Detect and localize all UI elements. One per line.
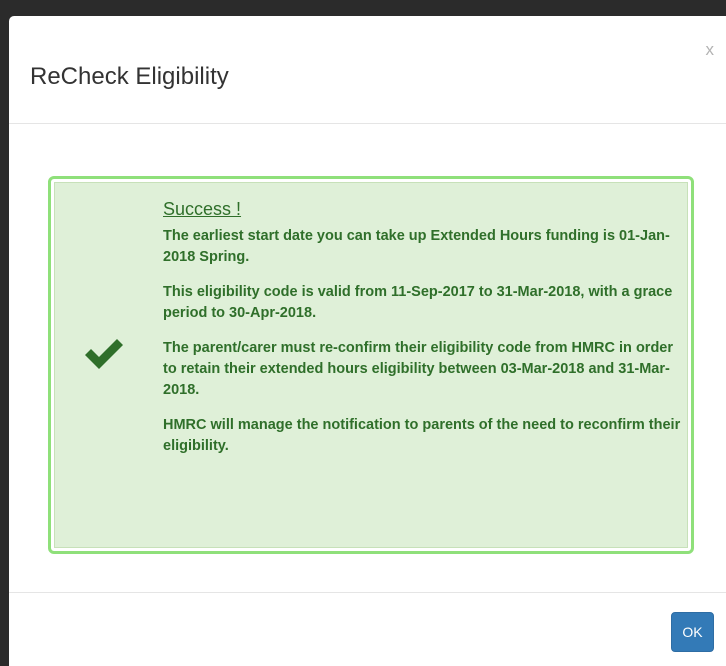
dialog-footer: OK [9,592,726,666]
dialog-body: Success ! The earliest start date you ca… [9,124,726,592]
dialog-header: ReCheck Eligibility x [9,16,726,124]
success-alert: Success ! The earliest start date you ca… [54,182,688,548]
alert-content: Success ! The earliest start date you ca… [163,198,683,471]
alert-paragraph-reconfirm: The parent/carer must re-confirm their e… [163,340,674,398]
close-button[interactable]: x [706,40,715,60]
dialog-title: ReCheck Eligibility [30,63,229,90]
success-alert-frame: Success ! The earliest start date you ca… [48,176,694,554]
alert-paragraph-notification: HMRC will manage the notification to par… [163,417,681,454]
alert-heading: Success ! [163,199,242,219]
recheck-eligibility-dialog: ReCheck Eligibility x Success ! The earl… [9,16,726,666]
checkmark-icon [85,339,123,369]
ok-button[interactable]: OK [671,612,714,652]
alert-paragraph-start-date: The earliest start date you can take up … [163,228,670,265]
alert-paragraph-validity: This eligibility code is valid from 11-S… [163,284,673,321]
